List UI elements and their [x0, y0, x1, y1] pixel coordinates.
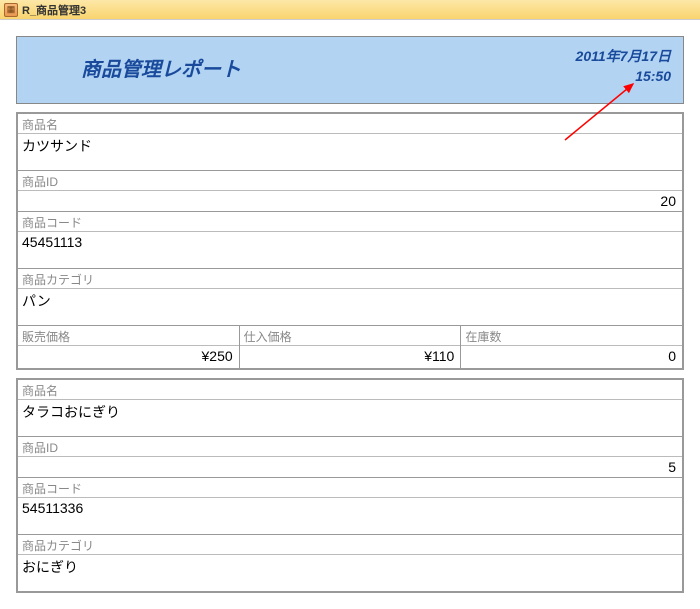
value-category: パン [18, 289, 682, 325]
window-title: R_商品管理3 [22, 2, 86, 18]
value-product-code: 45451113 [18, 232, 682, 268]
value-purchase-price: ¥110 [240, 346, 461, 368]
report-datetime: 2011年7月17日 15:50 [576, 47, 671, 86]
label-product-id: 商品ID [18, 437, 682, 457]
label-product-name: 商品名 [18, 380, 682, 400]
value-product-name: タラコおにぎり [18, 400, 682, 436]
value-sale-price: ¥250 [18, 346, 239, 368]
report-page: 商品管理レポート 2011年7月17日 15:50 商品名 カツサンド 商品ID… [0, 20, 700, 609]
value-product-id: 5 [18, 457, 682, 477]
value-product-id: 20 [18, 191, 682, 211]
label-product-name: 商品名 [18, 114, 682, 134]
record: 商品名 カツサンド 商品ID 20 商品コード 45451113 商品カテゴリ … [16, 112, 684, 370]
label-category: 商品カテゴリ [18, 535, 682, 555]
label-product-code: 商品コード [18, 478, 682, 498]
report-header: 商品管理レポート 2011年7月17日 15:50 [16, 36, 684, 104]
value-category: おにぎり [18, 555, 682, 591]
form-icon[interactable]: ▦ [4, 3, 18, 17]
report-title: 商品管理レポート [81, 53, 241, 82]
report-time: 15:50 [576, 67, 671, 87]
value-product-name: カツサンド [18, 134, 682, 170]
label-product-code: 商品コード [18, 212, 682, 232]
value-product-code: 54511336 [18, 498, 682, 534]
records-container: 商品名 カツサンド 商品ID 20 商品コード 45451113 商品カテゴリ … [16, 112, 684, 593]
label-purchase-price: 仕入価格 [240, 326, 461, 346]
record: 商品名 タラコおにぎり 商品ID 5 商品コード 54511336 商品カテゴリ… [16, 378, 684, 593]
label-category: 商品カテゴリ [18, 269, 682, 289]
label-sale-price: 販売価格 [18, 326, 239, 346]
label-stock: 在庫数 [461, 326, 682, 346]
window-titlebar: ▦ R_商品管理3 [0, 0, 700, 20]
label-product-id: 商品ID [18, 171, 682, 191]
report-date: 2011年7月17日 [576, 47, 671, 67]
value-stock: 0 [461, 346, 682, 368]
